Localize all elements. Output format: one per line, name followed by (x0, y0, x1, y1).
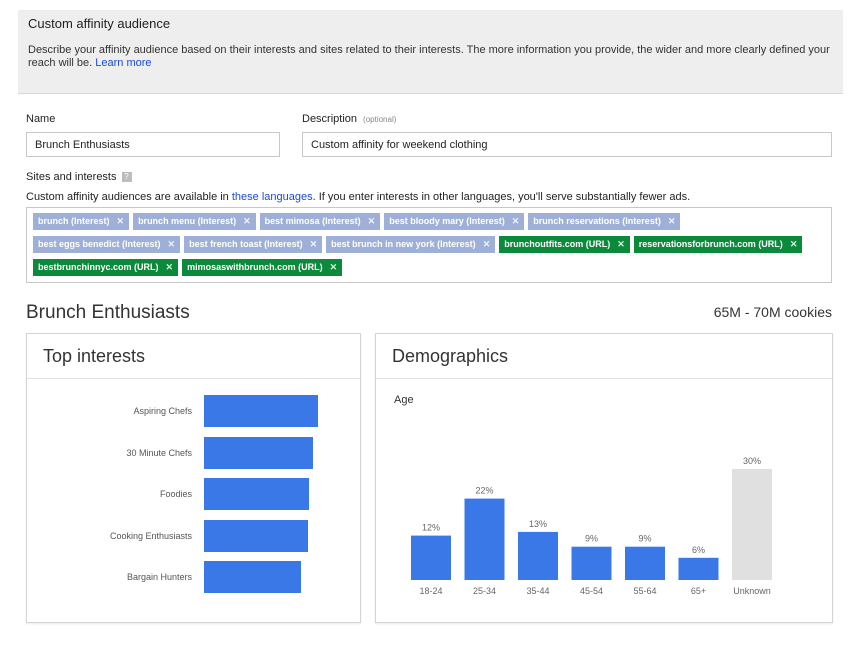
age-category-label: 55-64 (633, 586, 656, 596)
tag-label: mimosaswithbrunch.com (URL) (187, 262, 323, 272)
age-bar (625, 546, 665, 580)
tag-chip: best brunch in new york (Interest) ✕ (326, 236, 496, 253)
these-languages-link[interactable]: these languages (232, 191, 313, 203)
age-value-label: 9% (585, 534, 598, 544)
age-chart: 12% 18-24 22% 25-34 13% 35-44 9% 45-54 9% 55-64 6%… (411, 456, 772, 596)
tag-chip: brunchoutfits.com (URL) ✕ (499, 236, 630, 253)
remove-tag-icon[interactable]: ✕ (117, 216, 125, 226)
tag-chip: brunch menu (Interest) ✕ (133, 213, 256, 230)
tag-label: brunch menu (Interest) (138, 216, 237, 226)
age-bar (732, 469, 772, 580)
interest-bar (204, 478, 309, 510)
age-value-label: 13% (529, 519, 547, 529)
tag-label: reservationsforbrunch.com (URL) (638, 239, 783, 249)
help-icon[interactable]: ? (121, 172, 132, 183)
languages-note: Custom affinity audiences are available … (26, 191, 691, 203)
age-value-label: 9% (638, 534, 651, 544)
tag-chip: best bloody mary (Interest) ✕ (384, 213, 525, 230)
remove-tag-icon[interactable]: ✕ (790, 239, 798, 249)
sites-interests-label: Sites and interests? (26, 171, 132, 183)
tag-label: best mimosa (Interest) (264, 216, 361, 226)
optional-hint: (optional) (363, 115, 397, 124)
tag-chip: best french toast (Interest) ✕ (184, 236, 323, 253)
tag-label: brunch reservations (Interest) (533, 216, 661, 226)
name-label: Name (26, 113, 56, 125)
interest-bar (204, 561, 301, 593)
age-bar (571, 546, 612, 580)
description-label: Description (optional) (302, 113, 397, 125)
remove-tag-icon[interactable]: ✕ (330, 262, 338, 272)
tag-label: best bloody mary (Interest) (389, 216, 505, 226)
tag-chip: reservationsforbrunch.com (URL) ✕ (633, 236, 803, 253)
audience-title: Brunch Enthusiasts (26, 302, 190, 323)
learn-more-link[interactable]: Learn more (95, 57, 151, 69)
tag-label: brunchoutfits.com (URL) (504, 239, 611, 249)
tag-chip: best mimosa (Interest) ✕ (259, 213, 381, 230)
age-value-label: 22% (475, 486, 493, 496)
remove-tag-icon[interactable]: ✕ (368, 216, 376, 226)
top-interests-card: Top interests Aspiring Chefs 30 Minute Ch… (26, 333, 361, 623)
age-category-label: 35-44 (526, 586, 549, 596)
tag-label: bestbrunchinnyc.com (URL) (38, 262, 159, 272)
interest-row: Aspiring Chefs (27, 395, 360, 427)
remove-tag-icon[interactable]: ✕ (512, 216, 520, 226)
tag-label: best brunch in new york (Interest) (331, 239, 476, 249)
age-value-label: 30% (743, 456, 761, 466)
demographics-card: Demographics Age 12% 18-24 22% 25-34 13% 35-4… (375, 333, 833, 623)
tag-chip: mimosaswithbrunch.com (URL) ✕ (182, 259, 343, 276)
age-category-label: 65+ (691, 586, 706, 596)
sites-interests-input[interactable]: brunch (Interest) ✕ brunch menu (Interest)… (26, 207, 832, 283)
panel-description: Describe your affinity audience based on… (28, 44, 830, 69)
interest-row: Foodies (27, 478, 360, 510)
description-input[interactable]: Custom affinity for weekend clothing (302, 132, 832, 157)
age-bar (678, 557, 719, 580)
age-category-label: 18-24 (419, 586, 442, 596)
panel-title: Custom affinity audience (28, 16, 171, 31)
age-value-label: 12% (422, 523, 440, 533)
remove-tag-icon[interactable]: ✕ (483, 239, 491, 249)
remove-tag-icon[interactable]: ✕ (166, 262, 174, 272)
tag-label: best eggs benedict (Interest) (38, 239, 161, 249)
remove-tag-icon[interactable]: ✕ (168, 239, 176, 249)
header-panel: Custom affinity audience Describe your a… (18, 10, 843, 94)
age-category-label: Unknown (733, 586, 771, 596)
remove-tag-icon[interactable]: ✕ (668, 216, 676, 226)
interest-label: Foodies (159, 489, 192, 499)
tag-chip: brunch reservations (Interest) ✕ (528, 213, 681, 230)
tag-chip: best eggs benedict (Interest) ✕ (33, 236, 181, 253)
age-value-label: 6% (692, 545, 705, 555)
remove-tag-icon[interactable]: ✕ (310, 239, 318, 249)
interest-row: 30 Minute Chefs (27, 436, 360, 469)
interest-label: Aspiring Chefs (133, 406, 192, 416)
tag-label: best french toast (Interest) (189, 239, 303, 249)
interest-label: 30 Minute Chefs (126, 447, 192, 458)
interest-bar (204, 519, 308, 552)
age-category-label: 25-34 (473, 586, 496, 596)
tag-chip: brunch (Interest) ✕ (33, 213, 130, 230)
tag-chip: bestbrunchinnyc.com (URL) ✕ (33, 259, 179, 276)
tag-label: brunch (Interest) (38, 216, 110, 226)
age-bar (411, 535, 451, 580)
interest-row: Cooking Enthusiasts (27, 519, 360, 552)
top-interests-title: Top interests (27, 334, 360, 379)
interest-bar (204, 395, 318, 427)
interest-label: Cooking Enthusiasts (109, 530, 192, 541)
age-category-label: 45-54 (580, 586, 603, 596)
interest-label: Bargain Hunters (126, 572, 192, 582)
audience-cookies: 65M - 70M cookies (713, 304, 832, 320)
remove-tag-icon[interactable]: ✕ (243, 216, 251, 226)
age-bar (518, 531, 558, 580)
remove-tag-icon[interactable]: ✕ (617, 239, 625, 249)
interest-row: Bargain Hunters (27, 561, 360, 593)
age-bar (464, 498, 505, 580)
interest-bar (204, 436, 314, 469)
name-input[interactable]: Brunch Enthusiasts (26, 132, 280, 157)
